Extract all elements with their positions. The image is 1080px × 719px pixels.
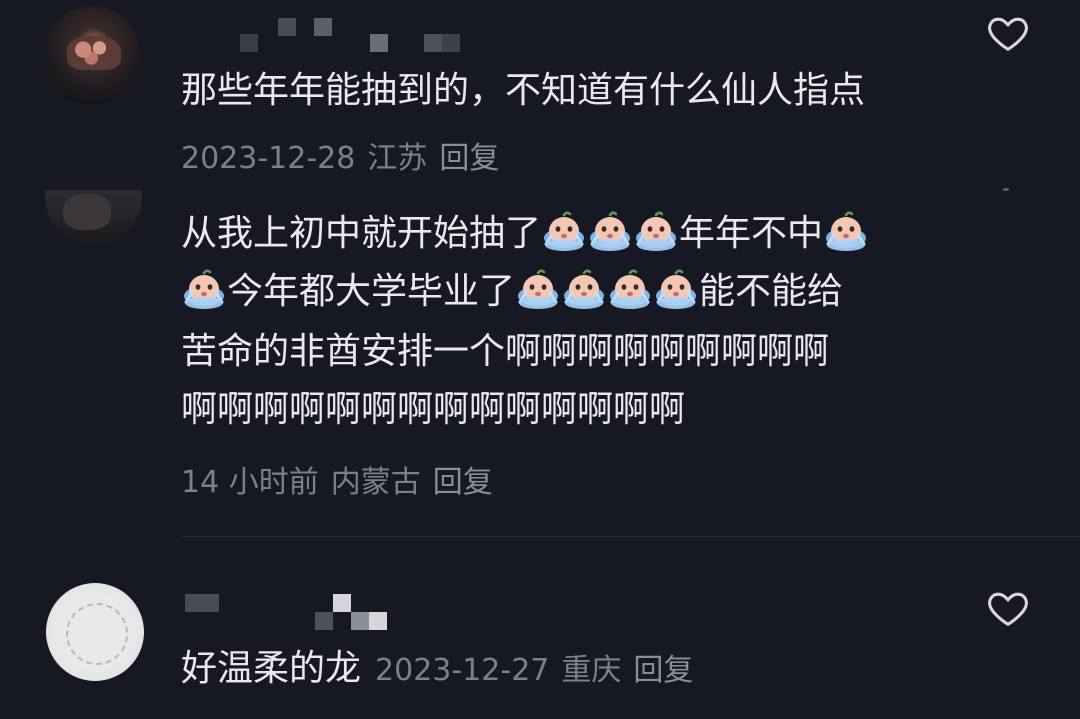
comment-text-line-4: 啊啊啊啊啊啊啊啊啊啊啊啊啊啊 (181, 389, 686, 430)
user-avatar-3[interactable] (46, 583, 144, 681)
comment-meta-3: 2023-12-27 重庆 回复 (375, 653, 705, 688)
comment-text-line-3: 苦命的非酋安排一个啊啊啊啊啊啊啊啊啊 (181, 331, 830, 372)
crying-emoji-icon (562, 267, 606, 311)
heart-outline-icon[interactable] (985, 585, 1031, 631)
comment-location-1: 江苏 (367, 141, 428, 176)
username-masked-1[interactable] (240, 14, 470, 52)
comment-meta-1: 2023-12-28 江苏 回复 (181, 133, 511, 177)
crying-emoji-icon (824, 209, 868, 253)
comment-location-3: 重庆 (561, 653, 622, 688)
comment-text-3: 好温柔的龙 2023-12-27 重庆 回复 (181, 640, 705, 700)
scroll-indicator (1003, 188, 1009, 191)
crying-emoji-icon (654, 267, 698, 311)
heart-outline-icon[interactable] (985, 10, 1031, 56)
comment-text-1: 那些年年能抽到的，不知道有什么仙人指点 (181, 70, 866, 111)
reply-button-2[interactable]: 回复 (433, 465, 493, 500)
comment-date-1: 2023-12-28 (181, 141, 356, 176)
crying-emoji-icon (634, 209, 678, 253)
username-masked-3[interactable] (185, 594, 395, 630)
comment-item-2: 从我上初中就开始抽了 年年不中 今年都大学毕业了 能不能给 苦命的非酋安排一个啊啊啊… (0, 185, 1080, 535)
comment-time-2: 14 小时前 (181, 465, 319, 500)
comment-location-2: 内蒙古 (330, 465, 421, 500)
crying-emoji-icon (588, 209, 632, 253)
crying-emoji-icon (516, 267, 560, 311)
user-avatar-1[interactable] (43, 6, 141, 104)
comment-item-1: 那些年年能抽到的，不知道有什么仙人指点 2023-12-28 江苏 回复 (0, 0, 1080, 185)
comment-date-3: 2023-12-27 (375, 653, 550, 688)
comment-item-3: 好温柔的龙 2023-12-27 重庆 回复 (0, 560, 1080, 719)
crying-emoji-icon (608, 267, 652, 311)
crying-emoji-icon (542, 209, 586, 253)
user-avatar-2[interactable] (45, 190, 142, 245)
avatar-bouquet-image (67, 36, 121, 70)
comment-divider (181, 536, 1080, 537)
avatar-sketch-image (66, 603, 128, 665)
reply-button-1[interactable]: 回复 (439, 141, 499, 176)
reply-button-3[interactable]: 回复 (633, 653, 693, 688)
comment-text-line-2: 今年都大学毕业了 能不能给 (181, 263, 843, 321)
avatar-face-image (63, 194, 111, 230)
comment-meta-2: 14 小时前 内蒙古 回复 (181, 457, 505, 501)
comment-text-line-1: 从我上初中就开始抽了 年年不中 (181, 205, 869, 263)
crying-emoji-icon (182, 267, 226, 311)
